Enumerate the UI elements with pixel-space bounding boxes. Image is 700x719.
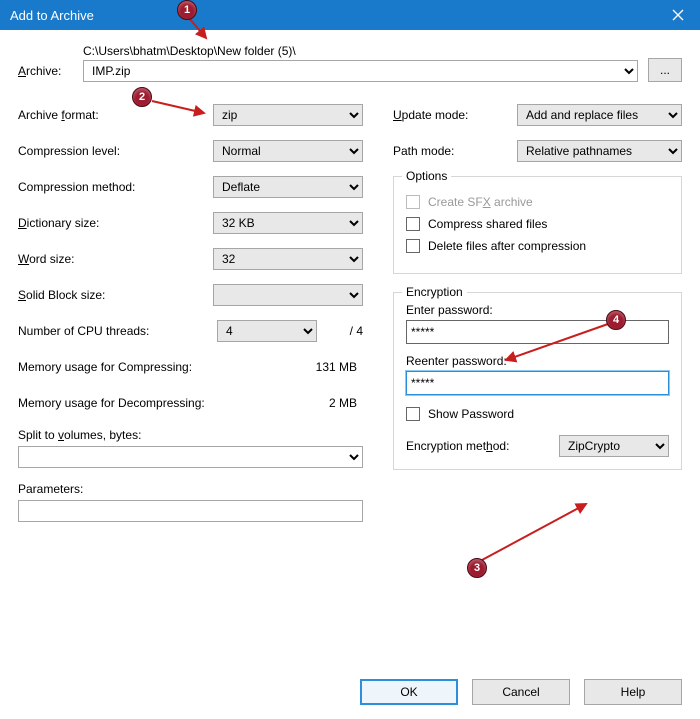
archive-row: Archive: C:\Users\bhatm\Desktop\New fold… — [18, 44, 682, 82]
row-path-mode: Path mode: Relative pathnames — [393, 140, 682, 162]
row-archive-format: Archive format: zip — [18, 104, 363, 126]
compression-method-select[interactable]: Deflate — [213, 176, 363, 198]
badge-2: 2 — [132, 87, 152, 107]
archive-path: C:\Users\bhatm\Desktop\New folder (5)\ — [83, 44, 638, 58]
path-mode-label: Path mode: — [393, 144, 517, 158]
window-title: Add to Archive — [10, 8, 94, 23]
mem-decompress-value: 2 MB — [213, 396, 363, 410]
solid-block-select[interactable] — [213, 284, 363, 306]
delete-after-label: Delete files after compression — [428, 239, 586, 253]
reenter-password-label: Reenter password: — [406, 354, 669, 368]
sfx-label: Create SFX archive — [428, 195, 533, 209]
archive-label: Archive: — [18, 64, 73, 82]
row-parameters: Parameters: — [18, 482, 363, 522]
row-mem-compress: Memory usage for Compressing: 131 MB — [18, 356, 363, 378]
row-solid-block-size: Solid Block size: — [18, 284, 363, 306]
titlebar: Add to Archive — [0, 0, 700, 30]
ok-button[interactable]: OK — [360, 679, 458, 705]
browse-button[interactable]: ... — [648, 58, 682, 82]
cpu-threads-label: Number of CPU threads: — [18, 324, 217, 338]
encryption-group: Encryption Enter password: Reenter passw… — [393, 292, 682, 470]
update-mode-select[interactable]: Add and replace files — [517, 104, 682, 126]
row-compress-shared[interactable]: Compress shared files — [406, 217, 669, 231]
close-icon — [672, 9, 684, 21]
row-show-password[interactable]: Show Password — [406, 407, 669, 421]
close-button[interactable] — [656, 0, 700, 30]
enter-password-input[interactable] — [406, 320, 669, 344]
sfx-checkbox — [406, 195, 420, 209]
row-delete-after[interactable]: Delete files after compression — [406, 239, 669, 253]
compression-method-label: Compression method: — [18, 180, 213, 194]
row-split-volumes: Split to volumes, bytes: — [18, 428, 363, 468]
badge-3: 3 — [467, 558, 487, 578]
cancel-button[interactable]: Cancel — [472, 679, 570, 705]
show-password-checkbox[interactable] — [406, 407, 420, 421]
split-volumes-select[interactable] — [18, 446, 363, 468]
badge-1: 1 — [177, 0, 197, 20]
word-size-select[interactable]: 32 — [213, 248, 363, 270]
row-sfx: Create SFX archive — [406, 195, 669, 209]
cpu-threads-select[interactable]: 4 — [217, 320, 317, 342]
options-group: Options Create SFX archive Compress shar… — [393, 176, 682, 274]
row-compression-level: Compression level: Normal — [18, 140, 363, 162]
compression-level-label: Compression level: — [18, 144, 213, 158]
compression-level-select[interactable]: Normal — [213, 140, 363, 162]
mem-decompress-label: Memory usage for Decompressing: — [18, 396, 213, 410]
cpu-threads-total: / 4 — [317, 324, 363, 338]
reenter-password-input[interactable] — [406, 371, 669, 395]
enter-password-label: Enter password: — [406, 303, 669, 317]
options-title: Options — [402, 169, 451, 183]
encryption-title: Encryption — [402, 285, 467, 299]
mem-compress-value: 131 MB — [213, 360, 363, 374]
row-dictionary-size: Dictionary size: 32 KB — [18, 212, 363, 234]
compress-shared-checkbox[interactable] — [406, 217, 420, 231]
path-mode-select[interactable]: Relative pathnames — [517, 140, 682, 162]
row-update-mode: Update mode: Add and replace files — [393, 104, 682, 126]
dictionary-size-select[interactable]: 32 KB — [213, 212, 363, 234]
compress-shared-label: Compress shared files — [428, 217, 547, 231]
row-encryption-method: Encryption method: ZipCrypto — [406, 435, 669, 457]
footer: OK Cancel Help — [360, 679, 682, 705]
badge-4: 4 — [606, 310, 626, 330]
browse-button-label: ... — [660, 63, 670, 77]
row-compression-method: Compression method: Deflate — [18, 176, 363, 198]
mem-compress-label: Memory usage for Compressing: — [18, 360, 213, 374]
parameters-input[interactable] — [18, 500, 363, 522]
row-word-size: Word size: 32 — [18, 248, 363, 270]
row-mem-decompress: Memory usage for Decompressing: 2 MB — [18, 392, 363, 414]
archive-filename-select[interactable]: IMP.zip — [83, 60, 638, 82]
show-password-label: Show Password — [428, 407, 514, 421]
archive-format-select[interactable]: zip — [213, 104, 363, 126]
delete-after-checkbox[interactable] — [406, 239, 420, 253]
help-button[interactable]: Help — [584, 679, 682, 705]
parameters-label: Parameters: — [18, 482, 363, 496]
row-cpu-threads: Number of CPU threads: 4 / 4 — [18, 320, 363, 342]
encryption-method-select[interactable]: ZipCrypto — [559, 435, 669, 457]
